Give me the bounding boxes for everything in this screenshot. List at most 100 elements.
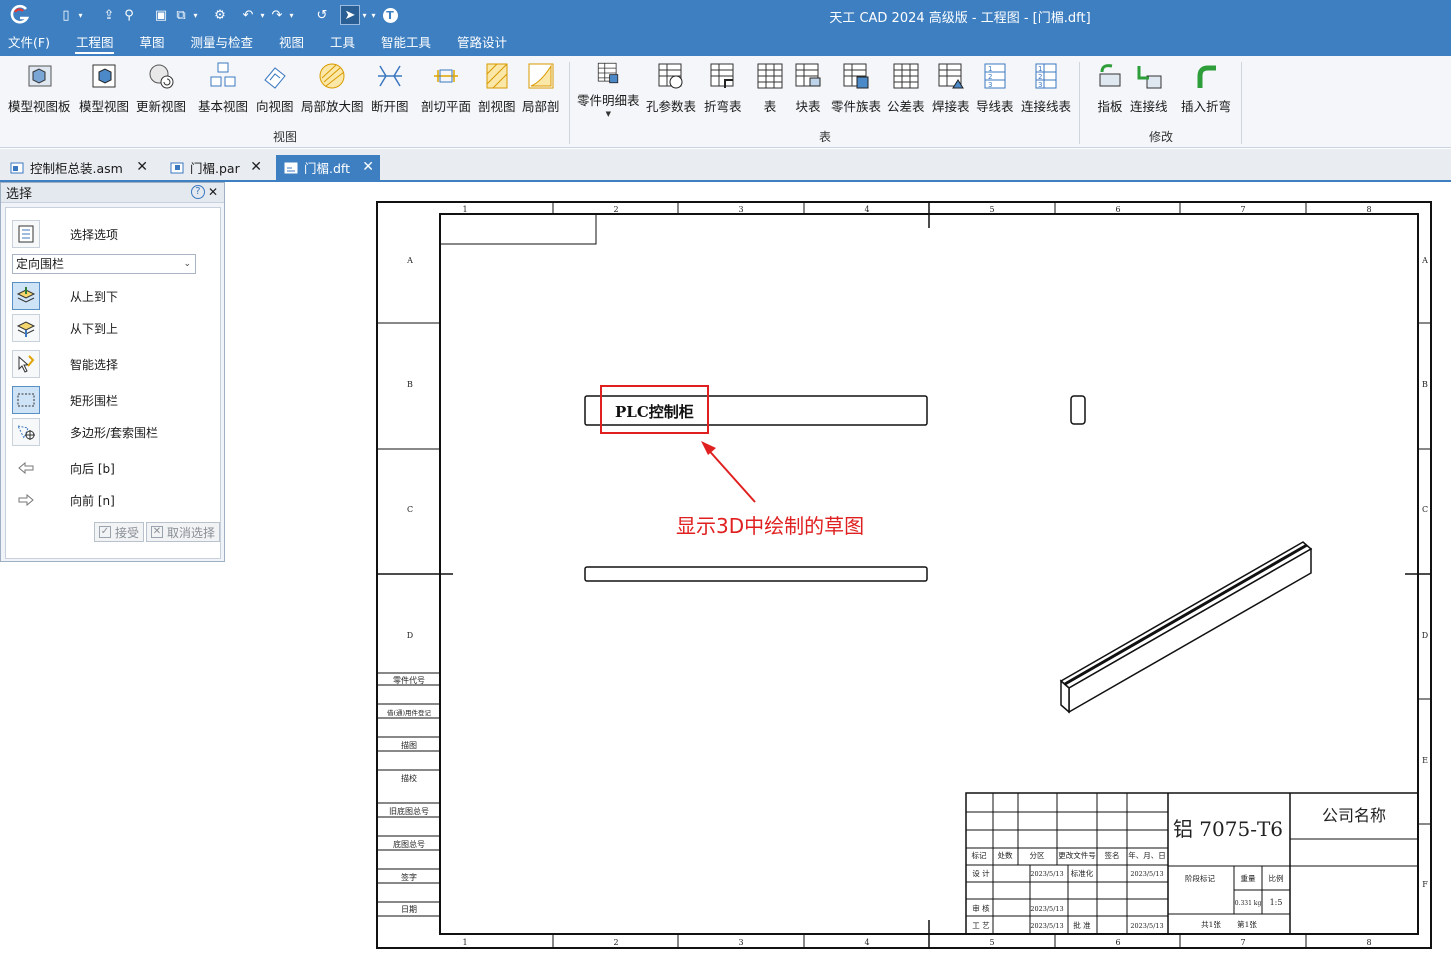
redo-icon[interactable]: ↷ xyxy=(267,5,287,25)
chevron-down-icon: ⌄ xyxy=(183,259,191,269)
connect-line-button[interactable]: 连接线 xyxy=(1130,60,1168,118)
model-view-palette-button[interactable]: 模型视图板 xyxy=(8,60,71,118)
forward-button[interactable]: 向前 [n] xyxy=(12,486,115,514)
family-table-icon xyxy=(843,63,869,89)
tab-file[interactable]: 文件(F) xyxy=(0,31,63,55)
strip-date: 日期 xyxy=(401,905,417,914)
insert-bend-button[interactable]: 插入折弯 xyxy=(1181,60,1231,118)
table-button[interactable]: 表 xyxy=(754,60,786,118)
connector-table-button[interactable]: 123 连接线表 xyxy=(1021,60,1071,118)
tab-smart-tools[interactable]: 智能工具 xyxy=(368,31,444,55)
label-weight: 重量 xyxy=(1241,874,1257,883)
svg-text:3: 3 xyxy=(988,81,992,89)
tab-pipe-design[interactable]: 管路设计 xyxy=(444,31,520,55)
hole-table-button[interactable]: 孔参数表 xyxy=(646,60,696,118)
tab-sketch[interactable]: 草图 xyxy=(126,31,177,55)
wire-table-button[interactable]: 123 导线表 xyxy=(976,60,1014,118)
parts-list-dropdown-icon[interactable]: ▼ xyxy=(606,110,611,118)
scale-value: 1:5 xyxy=(1270,898,1283,907)
block-table-button[interactable]: 块表 xyxy=(792,60,824,118)
zone-column-label: 2 xyxy=(613,938,618,947)
open-file-icon[interactable]: ⇪ xyxy=(99,5,119,25)
redo-dropdown-icon[interactable]: ▾ xyxy=(287,11,296,20)
weld-table-icon xyxy=(938,63,964,89)
bend-table-icon xyxy=(710,63,734,88)
smart-select-button[interactable]: 智能选择 xyxy=(12,350,118,378)
doc-tab-assembly[interactable]: 控制柜总装.asm ✕ xyxy=(2,155,154,180)
select-options-icon xyxy=(12,220,40,248)
ribbon-group-modify-label: 修改 xyxy=(1148,130,1173,144)
header-count: 处数 xyxy=(998,850,1013,860)
side-view-profile[interactable] xyxy=(1070,395,1086,425)
new-dropdown-icon[interactable]: ▾ xyxy=(76,11,85,20)
tab-tools[interactable]: 工具 xyxy=(317,31,368,55)
top-view-profile[interactable] xyxy=(584,566,928,582)
doc-tab-drawing[interactable]: 门楣.dft ✕ xyxy=(276,155,380,180)
fence-mode-select[interactable]: 定向围栏 ⌄ xyxy=(12,254,196,274)
cutting-plane-button[interactable]: 剖切平面 xyxy=(421,60,471,118)
close-tab-icon[interactable]: ✕ xyxy=(250,159,262,175)
save-icon[interactable]: ▣ xyxy=(151,5,171,25)
finger-plate-button[interactable]: 指板 xyxy=(1094,60,1126,118)
close-panel-icon[interactable]: ✕ xyxy=(208,185,218,199)
broken-view-button[interactable]: 断开图 xyxy=(371,60,409,118)
bend-table-button[interactable]: 折弯表 xyxy=(704,60,742,118)
close-tab-icon[interactable]: ✕ xyxy=(136,159,148,175)
detail-view-icon xyxy=(319,63,345,89)
projected-view-button[interactable]: 向视图 xyxy=(256,60,294,118)
back-button[interactable]: 向后 [b] xyxy=(12,454,115,482)
close-tab-icon[interactable]: ✕ xyxy=(362,159,374,175)
select-dropdown-icon[interactable]: ▾ xyxy=(360,11,369,20)
part-file-icon xyxy=(170,162,184,173)
sheets-total: 共1张 xyxy=(1201,920,1221,929)
toolbar-more-icon[interactable]: ▾ xyxy=(369,11,378,20)
model-view-button[interactable]: 模型视图 xyxy=(79,60,129,118)
search-file-icon[interactable]: ⚲ xyxy=(119,5,139,25)
zone-column-label: 3 xyxy=(738,938,743,947)
doc-tab-part[interactable]: 门楣.par ✕ xyxy=(162,155,268,180)
settings-gear-icon[interactable]: ⚙ xyxy=(210,5,230,25)
zone-row-label: D xyxy=(1422,631,1428,640)
rectangle-fence-icon xyxy=(12,386,40,414)
cancel-selection-button[interactable]: ✕ 取消选择 xyxy=(146,522,220,542)
header-zone: 分区 xyxy=(1030,851,1046,860)
ribbon-group-modify: 指板 连接线 插入折弯 修改 xyxy=(1080,56,1242,148)
base-view-button[interactable]: 基本视图 xyxy=(198,60,248,118)
text-t-icon[interactable]: T xyxy=(380,5,400,25)
tab-drawing[interactable]: 工程图 xyxy=(63,31,127,55)
section-view-button[interactable]: 剖视图 xyxy=(478,60,516,118)
select-cursor-icon[interactable]: ➤ xyxy=(340,5,360,25)
weld-table-button[interactable]: 焊接表 xyxy=(932,60,970,118)
tab-view[interactable]: 视图 xyxy=(266,31,317,55)
drawing-sheet[interactable]: 1 2 3 4 5 6 7 8 1 2 3 4 5 6 7 8 A B C D A B C D E F 零件代号 借(通)用… xyxy=(225,184,1451,953)
tolerance-table-button[interactable]: 公差表 xyxy=(887,60,925,118)
undo-icon[interactable]: ↶ xyxy=(238,5,258,25)
weight-value: 0.331 kg xyxy=(1235,900,1262,907)
tab-measure-inspect[interactable]: 测量与检查 xyxy=(177,31,266,55)
parts-list-button[interactable]: 零件明细表 ▼ xyxy=(577,60,640,118)
sketch-text[interactable]: PLC控制柜 xyxy=(615,403,694,421)
rectangle-fence-button[interactable]: 矩形围栏 xyxy=(12,386,118,414)
approve-date: 2023/5/13 xyxy=(1130,922,1163,930)
family-table-button[interactable]: 零件族表 xyxy=(831,60,881,118)
zone-row-label: C xyxy=(1422,505,1428,514)
bottom-to-top-icon xyxy=(12,314,40,342)
back-arrow-icon[interactable]: ↺ xyxy=(312,5,332,25)
strip-borrowed-part: 借(通)用件登记 xyxy=(387,708,432,717)
ribbon-tab-bar: 文件(F) 工程图 草图 测量与检查 视图 工具 智能工具 管路设计 xyxy=(0,30,1451,56)
update-view-button[interactable]: 更新视图 xyxy=(136,60,186,118)
ribbon-separator xyxy=(1241,62,1242,144)
broken-out-section-button[interactable]: 局部剖 xyxy=(522,60,560,118)
select-options-button[interactable]: 选择选项 xyxy=(12,220,118,248)
top-to-bottom-button[interactable]: 从上到下 xyxy=(12,282,118,310)
help-icon[interactable]: ? xyxy=(190,185,205,199)
save-dropdown-icon[interactable]: ▾ xyxy=(191,11,200,20)
undo-dropdown-icon[interactable]: ▾ xyxy=(258,11,267,20)
polygon-lasso-fence-button[interactable]: 多边形/套索围栏 xyxy=(12,418,158,446)
accept-button[interactable]: ✓ 接受 xyxy=(94,522,145,542)
bottom-to-top-button[interactable]: 从下到上 xyxy=(12,314,118,342)
drawing-canvas[interactable]: 1 2 3 4 5 6 7 8 1 2 3 4 5 6 7 8 A B C D A B C D E F 零件代号 借(通)用… xyxy=(225,184,1451,953)
detail-view-button[interactable]: 局部放大图 xyxy=(301,60,364,118)
new-file-icon[interactable]: ▯ xyxy=(56,5,76,25)
save-as-icon[interactable]: ⧉ xyxy=(171,5,191,25)
